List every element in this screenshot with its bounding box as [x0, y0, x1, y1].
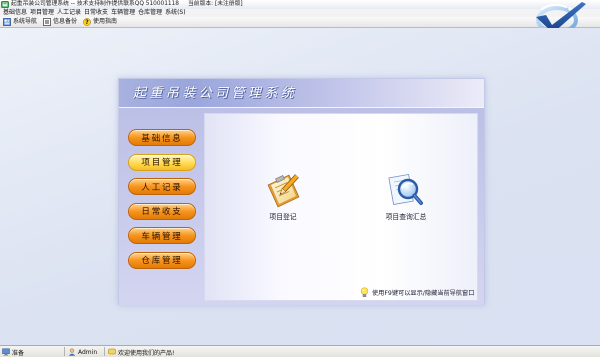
toolbar-help-label: 使用指南: [93, 18, 118, 25]
title-bar: 起重吊装公司管理系统 -- 技术支持制作提供联系QQ 510001118 当前版…: [0, 0, 600, 9]
nav-button-label: 人工记录: [141, 182, 183, 193]
menu-labor[interactable]: 人工记录: [57, 9, 81, 17]
menu-basic-info[interactable]: 基础信息: [3, 9, 27, 17]
navigation-tip: 使用F9键可以显示/隐藏当前导航窗口: [360, 287, 474, 298]
status-user-cell: Admin: [68, 347, 97, 357]
project-query-summary-item[interactable]: 项目查询汇总: [373, 170, 439, 221]
lightbulb-icon: [360, 287, 369, 297]
status-message: 欢迎使用我们的产品!: [118, 349, 175, 357]
version-label: 当前版本: [未注册版]: [187, 1, 243, 7]
app-icon: [1, 1, 9, 8]
menu-warehouse[interactable]: 仓库管理: [138, 9, 162, 17]
window-title: 起重吊装公司管理系统 -- 技术支持制作提供联系QQ 510001118: [11, 1, 179, 7]
toolbar-backup-button[interactable]: 信息备份: [43, 17, 77, 27]
project-register-item[interactable]: 项目登记: [253, 170, 313, 221]
module-nav: 基础信息 项目管理 人工记录 日常收支 车辆管理 仓库管理: [128, 129, 196, 269]
info-icon: [108, 348, 116, 356]
status-separator: [104, 347, 105, 356]
nav-button-label: 项目管理: [141, 158, 183, 169]
project-register-label: 项目登记: [269, 213, 297, 221]
panel-header: 起重吊装公司管理系统: [119, 79, 484, 108]
nav-button-label: 车辆管理: [141, 231, 183, 242]
user-icon: [68, 348, 76, 356]
computer-icon: [2, 348, 10, 356]
status-user: Admin: [78, 348, 98, 356]
status-bar: 准备 Admin 欢迎使用我们的产品!: [0, 345, 600, 357]
toolbar: 系统导航 信息备份 ? 使用指南: [0, 17, 600, 28]
help-icon: ?: [83, 18, 91, 26]
toolbar-navigator-button[interactable]: 系统导航: [3, 17, 37, 27]
menu-vehicles[interactable]: 车辆管理: [111, 9, 135, 17]
nav-button-labor[interactable]: 人工记录: [128, 178, 196, 196]
svg-text:?: ?: [85, 19, 89, 26]
navigation-panel: 起重吊装公司管理系统 基础信息 项目管理 人工记录 日常收支 车辆管理 仓库管理: [118, 78, 485, 305]
toolbar-help-button[interactable]: ? 使用指南: [83, 17, 117, 27]
nav-button-warehouse[interactable]: 仓库管理: [128, 251, 196, 269]
panel-body: 基础信息 项目管理 人工记录 日常收支 车辆管理 仓库管理 项目登记 项目查询汇…: [119, 108, 484, 305]
nav-button-label: 日常收支: [141, 207, 183, 218]
document-search-icon: [388, 173, 423, 205]
nav-button-basic-info[interactable]: 基础信息: [128, 129, 196, 146]
menu-daily-finance[interactable]: 日常收支: [84, 9, 108, 17]
navigator-icon: [3, 18, 11, 26]
menu-project[interactable]: 项目管理: [30, 9, 54, 17]
backup-icon: [43, 18, 51, 26]
menu-system[interactable]: 系统(S): [165, 9, 186, 17]
module-content: 项目登记 项目查询汇总 使用F9键可以显示/隐藏当前导航窗口: [204, 113, 478, 301]
status-separator: [64, 347, 65, 356]
clipboard-pencil-icon: [267, 174, 300, 208]
nav-button-vehicles[interactable]: 车辆管理: [128, 227, 196, 245]
app-window: 起重吊装公司管理系统 -- 技术支持制作提供联系QQ 510001118 当前版…: [0, 0, 600, 357]
status-message-cell: 欢迎使用我们的产品!: [108, 347, 174, 357]
nav-button-project[interactable]: 项目管理: [128, 153, 196, 171]
status-state: 准备: [12, 349, 25, 357]
toolbar-backup-label: 信息备份: [53, 18, 78, 25]
menu-bar: 基础信息 项目管理 人工记录 日常收支 车辆管理 仓库管理 系统(S): [0, 9, 600, 17]
nav-button-label: 基础信息: [141, 133, 183, 144]
project-query-summary-label: 项目查询汇总: [385, 213, 427, 221]
status-state-cell: 准备: [2, 347, 24, 357]
panel-title: 起重吊装公司管理系统: [133, 86, 298, 101]
main-area: 起重吊装公司管理系统 基础信息 项目管理 人工记录 日常收支 车辆管理 仓库管理: [0, 28, 600, 345]
nav-button-label: 仓库管理: [141, 256, 183, 267]
tip-text: 使用F9键可以显示/隐藏当前导航窗口: [372, 290, 475, 297]
nav-button-daily-finance[interactable]: 日常收支: [128, 202, 196, 220]
toolbar-navigator-label: 系统导航: [13, 18, 38, 25]
